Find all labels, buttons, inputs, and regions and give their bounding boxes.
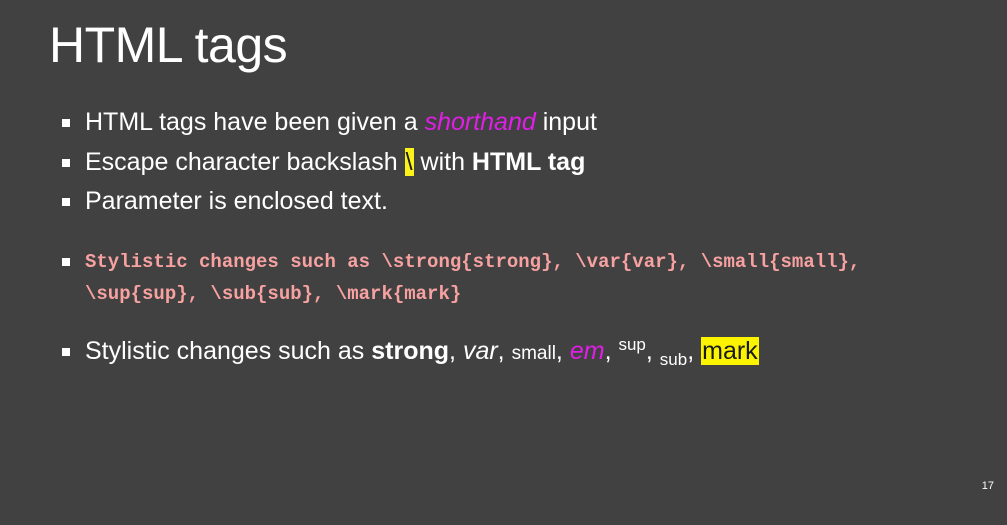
separator: , [604,337,619,365]
bullet-marker-icon [62,348,70,356]
separator: , [449,337,463,365]
separator: , [555,337,570,365]
slide-title: HTML tags [49,17,288,73]
backslash-highlight: \ [404,148,414,176]
rendered-strong: strong [371,337,450,365]
rendered-small: small [511,343,556,364]
bullet-text-middle: with [413,148,472,176]
rendered-var: var [462,337,498,365]
separator: , [497,337,512,365]
bullet-text: Escape character backslash \ with HTML t… [85,146,585,178]
page-number: 17 [981,480,994,492]
bullet-marker-icon [62,258,70,266]
bullet-marker-icon [62,198,70,206]
rendered-mark: mark [701,337,759,365]
bullet-text: HTML tags have been given a shorthand in… [85,106,597,138]
bullet-text: Parameter is enclosed text. [85,187,388,215]
rendered-sub: sub [659,350,688,369]
bullet-text-after: input [535,108,597,136]
bullet-text: Stylistic changes such as strong, var, s… [85,335,759,370]
code-example-text: Stylistic changes such as \strong{strong… [85,251,861,305]
bullet-marker-icon [62,119,70,127]
separator: , [687,337,702,365]
html-tag-bold: HTML tag [471,148,586,176]
bullet-text-before: HTML tags have been given a [85,108,425,136]
separator: , [645,337,660,365]
shorthand-emphasis: shorthand [424,108,536,136]
rendered-sup: sup [618,335,646,354]
rendered-intro: Stylistic changes such as [85,337,372,365]
rendered-em: em [569,337,605,365]
bullet-text-before: Escape character backslash [85,148,405,176]
bullet-marker-icon [62,159,70,167]
